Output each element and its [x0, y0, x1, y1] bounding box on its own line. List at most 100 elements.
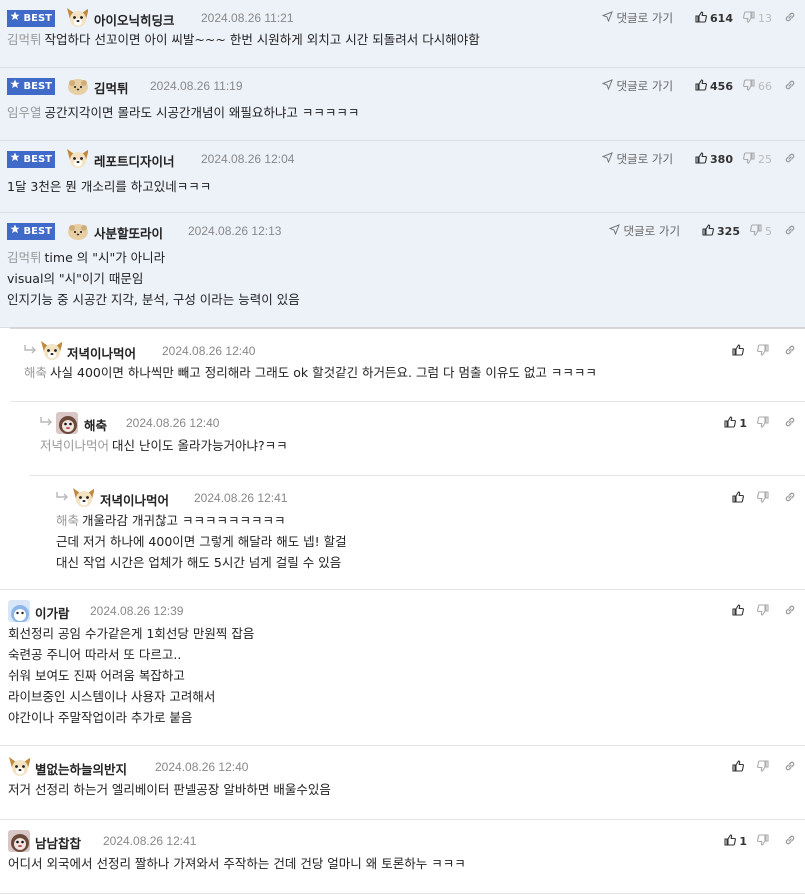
- author-nickname[interactable]: 이가람: [35, 603, 70, 622]
- share-link-button[interactable]: [784, 11, 799, 26]
- like-button[interactable]: 614: [695, 10, 733, 26]
- comment-text: 대신 작업 시간은 업체가 해도 5시간 넘게 걸릴 수 있음: [56, 555, 342, 570]
- mention-user[interactable]: 해축: [56, 513, 79, 528]
- dislike-button[interactable]: 25: [743, 151, 772, 167]
- author-nickname[interactable]: 저녁이나먹어: [100, 490, 169, 509]
- comment-text: 작업하다 선꼬이면 아이 씨발~~~ 한번 시원하게 외치고 시간 되돌려서 다…: [44, 32, 480, 47]
- avatar-blue-character-icon[interactable]: [8, 600, 30, 622]
- avatar-dog-face-icon[interactable]: [66, 7, 88, 29]
- dislike-count: 13: [758, 11, 772, 25]
- dislike-button[interactable]: 66: [743, 78, 772, 94]
- dislike-button[interactable]: [757, 759, 772, 775]
- thumbs-up-icon: [732, 603, 747, 619]
- comment-line: 김먹튀 작업하다 선꼬이면 아이 씨발~~~ 한번 시원하게 외치고 시간 되돌려…: [7, 29, 480, 50]
- dislike-button[interactable]: [757, 833, 772, 849]
- like-button[interactable]: 456: [695, 78, 733, 94]
- link-icon: [784, 604, 799, 619]
- dislike-button[interactable]: [757, 343, 772, 359]
- goto-reply-link[interactable]: 댓글로 가기: [602, 10, 673, 26]
- like-button[interactable]: [732, 603, 747, 619]
- best-comment: BEST 김먹튀 2024.08.26 11:19 댓글로 가기 456 66 임우열 공간지…: [0, 68, 805, 141]
- author-nickname[interactable]: 사분할또라이: [94, 223, 163, 242]
- dislike-button[interactable]: [757, 415, 772, 431]
- like-button[interactable]: 1: [724, 833, 747, 849]
- mention-user[interactable]: 김먹튀: [7, 250, 42, 265]
- goto-reply-link[interactable]: 댓글로 가기: [609, 223, 680, 239]
- send-arrow-icon: [602, 152, 616, 166]
- author-nickname[interactable]: 별없는하늘의반지: [35, 759, 127, 778]
- comment-body: 김먹튀 작업하다 선꼬이면 아이 씨발~~~ 한번 시원하게 외치고 시간 되돌려…: [7, 29, 480, 50]
- mention-user[interactable]: 해축: [24, 365, 47, 380]
- best-comment: BEST 아이오닉히딩크 2024.08.26 11:21 댓글로 가기 614 13 김먹…: [0, 0, 805, 68]
- share-link-button[interactable]: [784, 491, 799, 506]
- goto-reply-link[interactable]: 댓글로 가기: [602, 78, 673, 94]
- author-nickname[interactable]: 레포트디자이너: [94, 151, 175, 170]
- comment-line: 쉬워 보여도 진짜 어려움 복잡하고: [8, 665, 254, 686]
- dislike-count: 66: [758, 79, 772, 93]
- share-link-button[interactable]: [784, 344, 799, 359]
- avatar-monkey-icon[interactable]: [8, 830, 30, 852]
- reply-arrow-icon: [55, 491, 69, 506]
- share-link-button[interactable]: [784, 416, 799, 431]
- mention-user[interactable]: 임우열: [7, 105, 42, 120]
- avatar-monkey-icon[interactable]: [56, 412, 78, 434]
- comment-text: 사실 400이면 하나씩만 빼고 정리해라 그래도 ok 할것같긴 하거든요. …: [50, 365, 597, 380]
- like-button[interactable]: [732, 490, 747, 506]
- like-button[interactable]: [732, 759, 747, 775]
- like-button[interactable]: [732, 343, 747, 359]
- link-icon: [784, 834, 799, 849]
- avatar-pudding-icon[interactable]: [66, 75, 88, 97]
- comment-body: 김먹튀 time 의 "시"가 아니라 visual의 "시"이기 때문임 인지기능 …: [7, 247, 300, 310]
- avatar-dog-face-icon[interactable]: [72, 487, 94, 509]
- comment-text: 인지기능 중 시공간 지각, 분석, 구성 이라는 능력이 있음: [7, 292, 300, 307]
- thumbs-up-icon: [724, 833, 739, 849]
- author-nickname[interactable]: 남남찹찹: [35, 833, 81, 852]
- like-button[interactable]: 325: [702, 223, 740, 239]
- dislike-button[interactable]: 5: [750, 223, 772, 239]
- best-badge: BEST: [7, 78, 55, 95]
- avatar-dog-face-icon[interactable]: [8, 756, 30, 778]
- share-link-button[interactable]: [784, 760, 799, 775]
- avatar-pudding-icon[interactable]: [66, 220, 88, 242]
- thumbs-down-icon: [757, 343, 772, 359]
- avatar-dog-face-icon[interactable]: [40, 340, 62, 362]
- share-link-button[interactable]: [784, 224, 799, 239]
- avatar-dog-face-icon[interactable]: [66, 148, 88, 170]
- comment-actions: [722, 343, 799, 359]
- dislike-count: 25: [758, 152, 772, 166]
- like-button[interactable]: 380: [695, 151, 733, 167]
- share-link-button[interactable]: [784, 152, 799, 167]
- goto-reply-link[interactable]: 댓글로 가기: [602, 151, 673, 167]
- mention-user[interactable]: 김먹튀: [7, 32, 42, 47]
- star-icon: [10, 152, 20, 165]
- comment-body: 저거 선정리 하는거 엘리베이터 판넬공장 알바하면 배울수있음: [8, 779, 331, 800]
- like-count: 380: [710, 152, 733, 166]
- author-nickname[interactable]: 김먹튀: [94, 78, 129, 97]
- comment-line: 어디서 외국에서 선정리 짤하나 가져와서 주작하는 건데 건당 얼마니 왜 토…: [8, 853, 466, 874]
- author-nickname[interactable]: 해축: [84, 415, 107, 434]
- reply-comment: 저녁이나먹어 2024.08.26 12:40 해축 사실 400이면 하나씩만 빼고…: [0, 328, 805, 402]
- thumbs-down-icon: [743, 151, 758, 167]
- star-icon: [10, 79, 20, 92]
- dislike-button[interactable]: [757, 603, 772, 619]
- comment-time: 2024.08.26 12:40: [126, 416, 220, 430]
- comment-line: visual의 "시"이기 때문임: [7, 268, 300, 289]
- comment-line: 저녁이나먹어 대신 난이도 올라가능거아냐?ㅋㅋ: [40, 435, 288, 456]
- share-link-button[interactable]: [784, 604, 799, 619]
- share-link-button[interactable]: [784, 834, 799, 849]
- share-link-button[interactable]: [784, 79, 799, 94]
- comment-line: 임우열 공간지각이면 몰라도 시공간개념이 왜필요하냐고 ㅋㅋㅋㅋㅋ: [7, 102, 359, 123]
- mention-user[interactable]: 저녁이나먹어: [40, 438, 109, 453]
- author-nickname[interactable]: 저녁이나먹어: [67, 343, 136, 362]
- comment-body: 어디서 외국에서 선정리 짤하나 가져와서 주작하는 건데 건당 얼마니 왜 토…: [8, 853, 466, 874]
- best-section-divider: [10, 327, 805, 329]
- comment: 이가람 2024.08.26 12:39 회선정리 공임 수가같은게 1회선당 만원…: [0, 590, 805, 746]
- comment-actions: [722, 490, 799, 506]
- thumbs-down-icon: [757, 603, 772, 619]
- dislike-button[interactable]: 13: [743, 10, 772, 26]
- author-nickname[interactable]: 아이오닉히딩크: [94, 10, 175, 29]
- like-count: 614: [710, 11, 733, 25]
- comment-text: 야간이나 주말작업이라 추가로 붙음: [8, 710, 193, 725]
- like-button[interactable]: 1: [724, 415, 747, 431]
- dislike-button[interactable]: [757, 490, 772, 506]
